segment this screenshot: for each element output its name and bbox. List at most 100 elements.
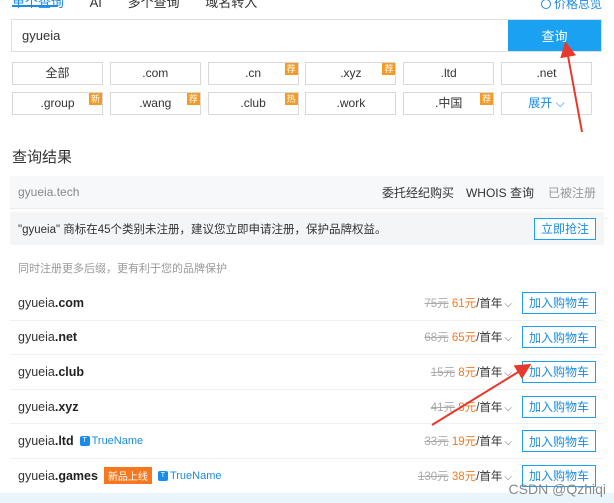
truename-tag: T TrueName — [157, 470, 222, 482]
price-unit: /首年 — [476, 332, 503, 345]
add-to-cart-button[interactable]: 加入购物车 — [521, 291, 596, 314]
domain-prefix: gyueia — [18, 295, 55, 310]
add-to-cart-button[interactable]: 加入购物车 — [521, 360, 596, 383]
active-tab-indicator — [12, 5, 58, 7]
queried-domain-row: gyueia.tech 委托经纪购买 WHOIS 查询 已被注册 — [10, 176, 604, 209]
price[interactable]: 68元 65元/首年 ⌵ — [424, 329, 512, 345]
tld-badge: 荐 — [186, 93, 200, 105]
tab-batch-query[interactable]: 多个查询 — [128, 0, 180, 10]
chevron-down-icon: ⌵ — [504, 402, 512, 414]
tld-label: .ltd — [440, 66, 457, 80]
price-unit: /首年 — [476, 436, 503, 449]
expand-tlds-button[interactable]: 展开 ⌵ — [500, 92, 592, 115]
new-badge: 新品上线 — [103, 467, 152, 485]
price-unit: /首年 — [476, 470, 503, 483]
truename-icon: T — [157, 470, 168, 481]
price[interactable]: 15元 8元/首年 ⌵ — [431, 364, 512, 380]
original-price: 33元 — [424, 436, 449, 449]
add-to-cart-button[interactable]: 加入购物车 — [521, 326, 596, 349]
domain-row: gyueia .club 15元 8元/首年 ⌵ 加入购物车 — [10, 355, 604, 390]
chevron-down-icon: ⌵ — [504, 437, 512, 449]
tld-label: 全部 — [45, 66, 70, 80]
tld-option[interactable]: .com — [109, 62, 201, 85]
original-price: 68元 — [424, 332, 449, 345]
current-price: 19元 — [451, 436, 477, 449]
search-button[interactable]: 查询 — [508, 20, 601, 51]
domain-prefix: gyueia — [18, 364, 55, 379]
original-price: 75元 — [424, 297, 449, 310]
domain-prefix: gyueia — [18, 330, 55, 345]
domain-name: gyueia .games 新品上线 T TrueName — [18, 467, 418, 485]
tld-option[interactable]: .ltd — [403, 62, 495, 85]
tld-option[interactable]: .cn 荐 — [207, 62, 299, 85]
domain-suffix: .ltd — [54, 434, 74, 449]
tld-option[interactable]: .group 新 — [12, 92, 103, 115]
tld-badge: 热 — [284, 93, 298, 105]
tab-domain-transfer[interactable]: 域名转入 — [205, 0, 257, 10]
current-price: 8元 — [458, 401, 477, 414]
domain-name: gyueia .club — [18, 365, 431, 379]
tld-option[interactable]: .club 热 — [207, 92, 299, 115]
tld-label: .group — [40, 96, 75, 110]
trademark-notice: "gyueia" 商标在45个类别未注册，建议您立即申请注册，保护品牌权益。 立… — [10, 212, 604, 245]
suggestion-list: gyueia .com 75元 61元/首年 ⌵ 加入购物车 gyueia .net 68元 … — [10, 286, 604, 494]
add-to-cart-button[interactable]: 加入购物车 — [521, 395, 596, 418]
price[interactable]: 75元 61元/首年 ⌵ — [424, 295, 512, 311]
price-unit: /首年 — [476, 401, 503, 414]
original-price: 130元 — [418, 470, 449, 483]
price-icon — [540, 0, 551, 9]
tld-label: 展开 — [528, 96, 553, 110]
domain-suffix: .xyz — [54, 399, 79, 414]
price-overview-label: 价格总览 — [553, 0, 602, 11]
tld-option[interactable]: .work — [305, 92, 397, 115]
tld-label: .wang — [139, 96, 172, 110]
register-now-button[interactable]: 立即抢注 — [533, 217, 596, 240]
broker-buy-link[interactable]: 委托经纪购买 — [382, 184, 454, 201]
price-unit: /首年 — [476, 297, 503, 310]
price[interactable]: 33元 19元/首年 ⌵ — [424, 433, 512, 449]
domain-row: gyueia .ltd T TrueName 33元 19元/首年 ⌵ 加入购物车 — [10, 424, 604, 459]
truename-icon: T — [79, 436, 90, 447]
tld-label: .net — [536, 66, 557, 80]
price[interactable]: 41元 8元/首年 ⌵ — [431, 399, 512, 415]
domain-name: gyueia .com — [18, 296, 424, 310]
tld-badge: 荐 — [480, 93, 494, 105]
trademark-notice-text: "gyueia" 商标在45个类别未注册，建议您立即申请注册，保护品牌权益。 — [18, 223, 387, 236]
tld-label: .com — [142, 66, 169, 80]
current-price: 61元 — [451, 297, 477, 310]
domain-row: gyueia .xyz 41元 8元/首年 ⌵ 加入购物车 — [10, 390, 604, 425]
tab-ai-query[interactable]: AI — [90, 0, 102, 10]
current-price: 65元 — [451, 332, 477, 345]
tld-label: .xyz — [340, 66, 362, 80]
price[interactable]: 130元 38元/首年 ⌵ — [418, 468, 512, 484]
domain-row: gyueia .com 75元 61元/首年 ⌵ 加入购物车 — [10, 286, 604, 321]
watermark: CSDN @Qzhiqi — [508, 481, 606, 497]
tld-option[interactable]: .net — [500, 62, 592, 85]
domain-search-input[interactable] — [12, 20, 508, 51]
queried-domain: gyueia.tech — [18, 185, 80, 199]
original-price: 41元 — [430, 401, 456, 414]
whois-link[interactable]: WHOIS 查询 — [466, 184, 534, 201]
domain-name: gyueia .net — [18, 330, 424, 344]
tld-label: .club — [240, 96, 266, 110]
domain-prefix: gyueia — [18, 434, 55, 449]
domain-prefix: gyueia — [18, 468, 55, 483]
add-to-cart-button[interactable]: 加入购物车 — [521, 430, 596, 453]
tld-label: .cn — [245, 66, 262, 80]
domain-name: gyueia .xyz — [18, 400, 431, 414]
chevron-down-icon: ⌵ — [504, 367, 512, 379]
tld-option[interactable]: .中国 荐 — [403, 92, 495, 115]
current-price: 38元 — [451, 470, 477, 483]
chevron-down-icon: ⌵ — [504, 298, 512, 310]
domain-suffix: .net — [54, 330, 78, 345]
results-title: 查询结果 — [12, 149, 73, 166]
search-bar: 查询 — [11, 19, 602, 52]
price-unit: /首年 — [476, 366, 503, 379]
domain-suffix: .com — [54, 295, 85, 310]
tld-option[interactable]: .wang 荐 — [109, 92, 201, 115]
truename-label: TrueName — [91, 435, 144, 448]
tld-option[interactable]: .xyz 荐 — [305, 62, 397, 85]
tld-option[interactable]: 全部 — [12, 62, 103, 85]
price-overview-link[interactable]: 价格总览 — [540, 0, 602, 12]
domain-row: gyueia .net 68元 65元/首年 ⌵ 加入购物车 — [10, 321, 604, 356]
